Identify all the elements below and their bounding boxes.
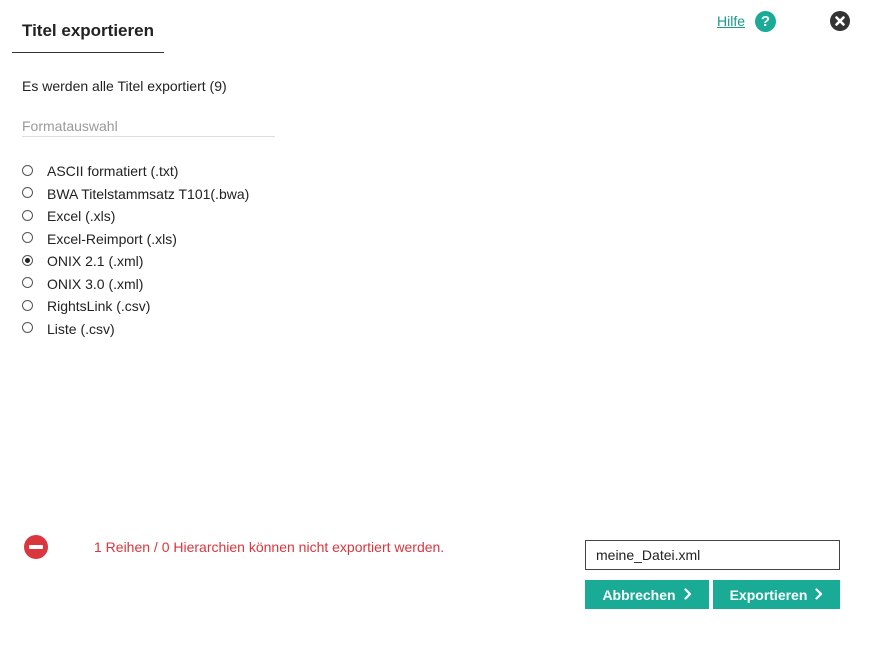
- minus-circle-icon: [24, 535, 48, 559]
- question-circle-icon[interactable]: ?: [755, 11, 776, 32]
- format-option-excel[interactable]: Excel (.xls): [22, 205, 249, 228]
- export-dialog: Titel exportieren Hilfe ? Es werden alle…: [0, 0, 869, 658]
- format-option-label: ONIX 3.0 (.xml): [47, 275, 144, 292]
- format-option-label: BWA Titelstammsatz T101(.bwa): [47, 185, 250, 202]
- format-option-label: Excel-Reimport (.xls): [47, 230, 177, 247]
- radio-button[interactable]: [22, 277, 33, 289]
- help-link[interactable]: Hilfe: [717, 13, 745, 29]
- format-option-rightslink[interactable]: RightsLink (.csv): [22, 295, 249, 318]
- format-option-label: RightsLink (.csv): [47, 298, 151, 315]
- format-option-onix-21[interactable]: ONIX 2.1 (.xml): [22, 250, 249, 273]
- title-tab: Titel exportieren: [12, 10, 164, 53]
- filename-input[interactable]: [585, 540, 840, 570]
- radio-button[interactable]: [22, 322, 33, 334]
- radio-button[interactable]: [22, 232, 33, 244]
- error-message: 1 Reihen / 0 Hierarchien können nicht ex…: [94, 539, 445, 555]
- format-option-bwa[interactable]: BWA Titelstammsatz T101(.bwa): [22, 183, 249, 206]
- dialog-title: Titel exportieren: [22, 21, 154, 40]
- export-count-text: Es werden alle Titel exportiert (9): [22, 78, 227, 94]
- format-selection-label: Formatauswahl: [22, 118, 275, 137]
- close-circle-icon[interactable]: [830, 11, 850, 31]
- format-radio-group: ASCII formatiert (.txt) BWA Titelstammsa…: [22, 160, 249, 340]
- radio-button[interactable]: [22, 254, 33, 266]
- cancel-button[interactable]: Abbrechen: [585, 580, 709, 609]
- format-option-label: ASCII formatiert (.txt): [47, 163, 179, 180]
- format-option-onix-30[interactable]: ONIX 3.0 (.xml): [22, 273, 249, 296]
- format-option-liste[interactable]: Liste (.csv): [22, 318, 249, 341]
- radio-button[interactable]: [22, 299, 33, 311]
- format-option-label: Excel (.xls): [47, 208, 116, 225]
- export-button-label: Exportieren: [729, 586, 808, 603]
- format-option-excel-reimport[interactable]: Excel-Reimport (.xls): [22, 228, 249, 251]
- radio-button[interactable]: [22, 164, 33, 176]
- cancel-button-label: Abbrechen: [602, 586, 676, 603]
- format-option-label: Liste (.csv): [47, 320, 115, 337]
- radio-button[interactable]: [22, 209, 33, 221]
- radio-button[interactable]: [22, 187, 33, 199]
- chevron-right-icon: [683, 587, 692, 603]
- format-option-label: ONIX 2.1 (.xml): [47, 253, 144, 270]
- chevron-right-icon: [815, 587, 823, 603]
- export-button[interactable]: Exportieren: [713, 580, 840, 609]
- format-option-ascii[interactable]: ASCII formatiert (.txt): [22, 160, 249, 183]
